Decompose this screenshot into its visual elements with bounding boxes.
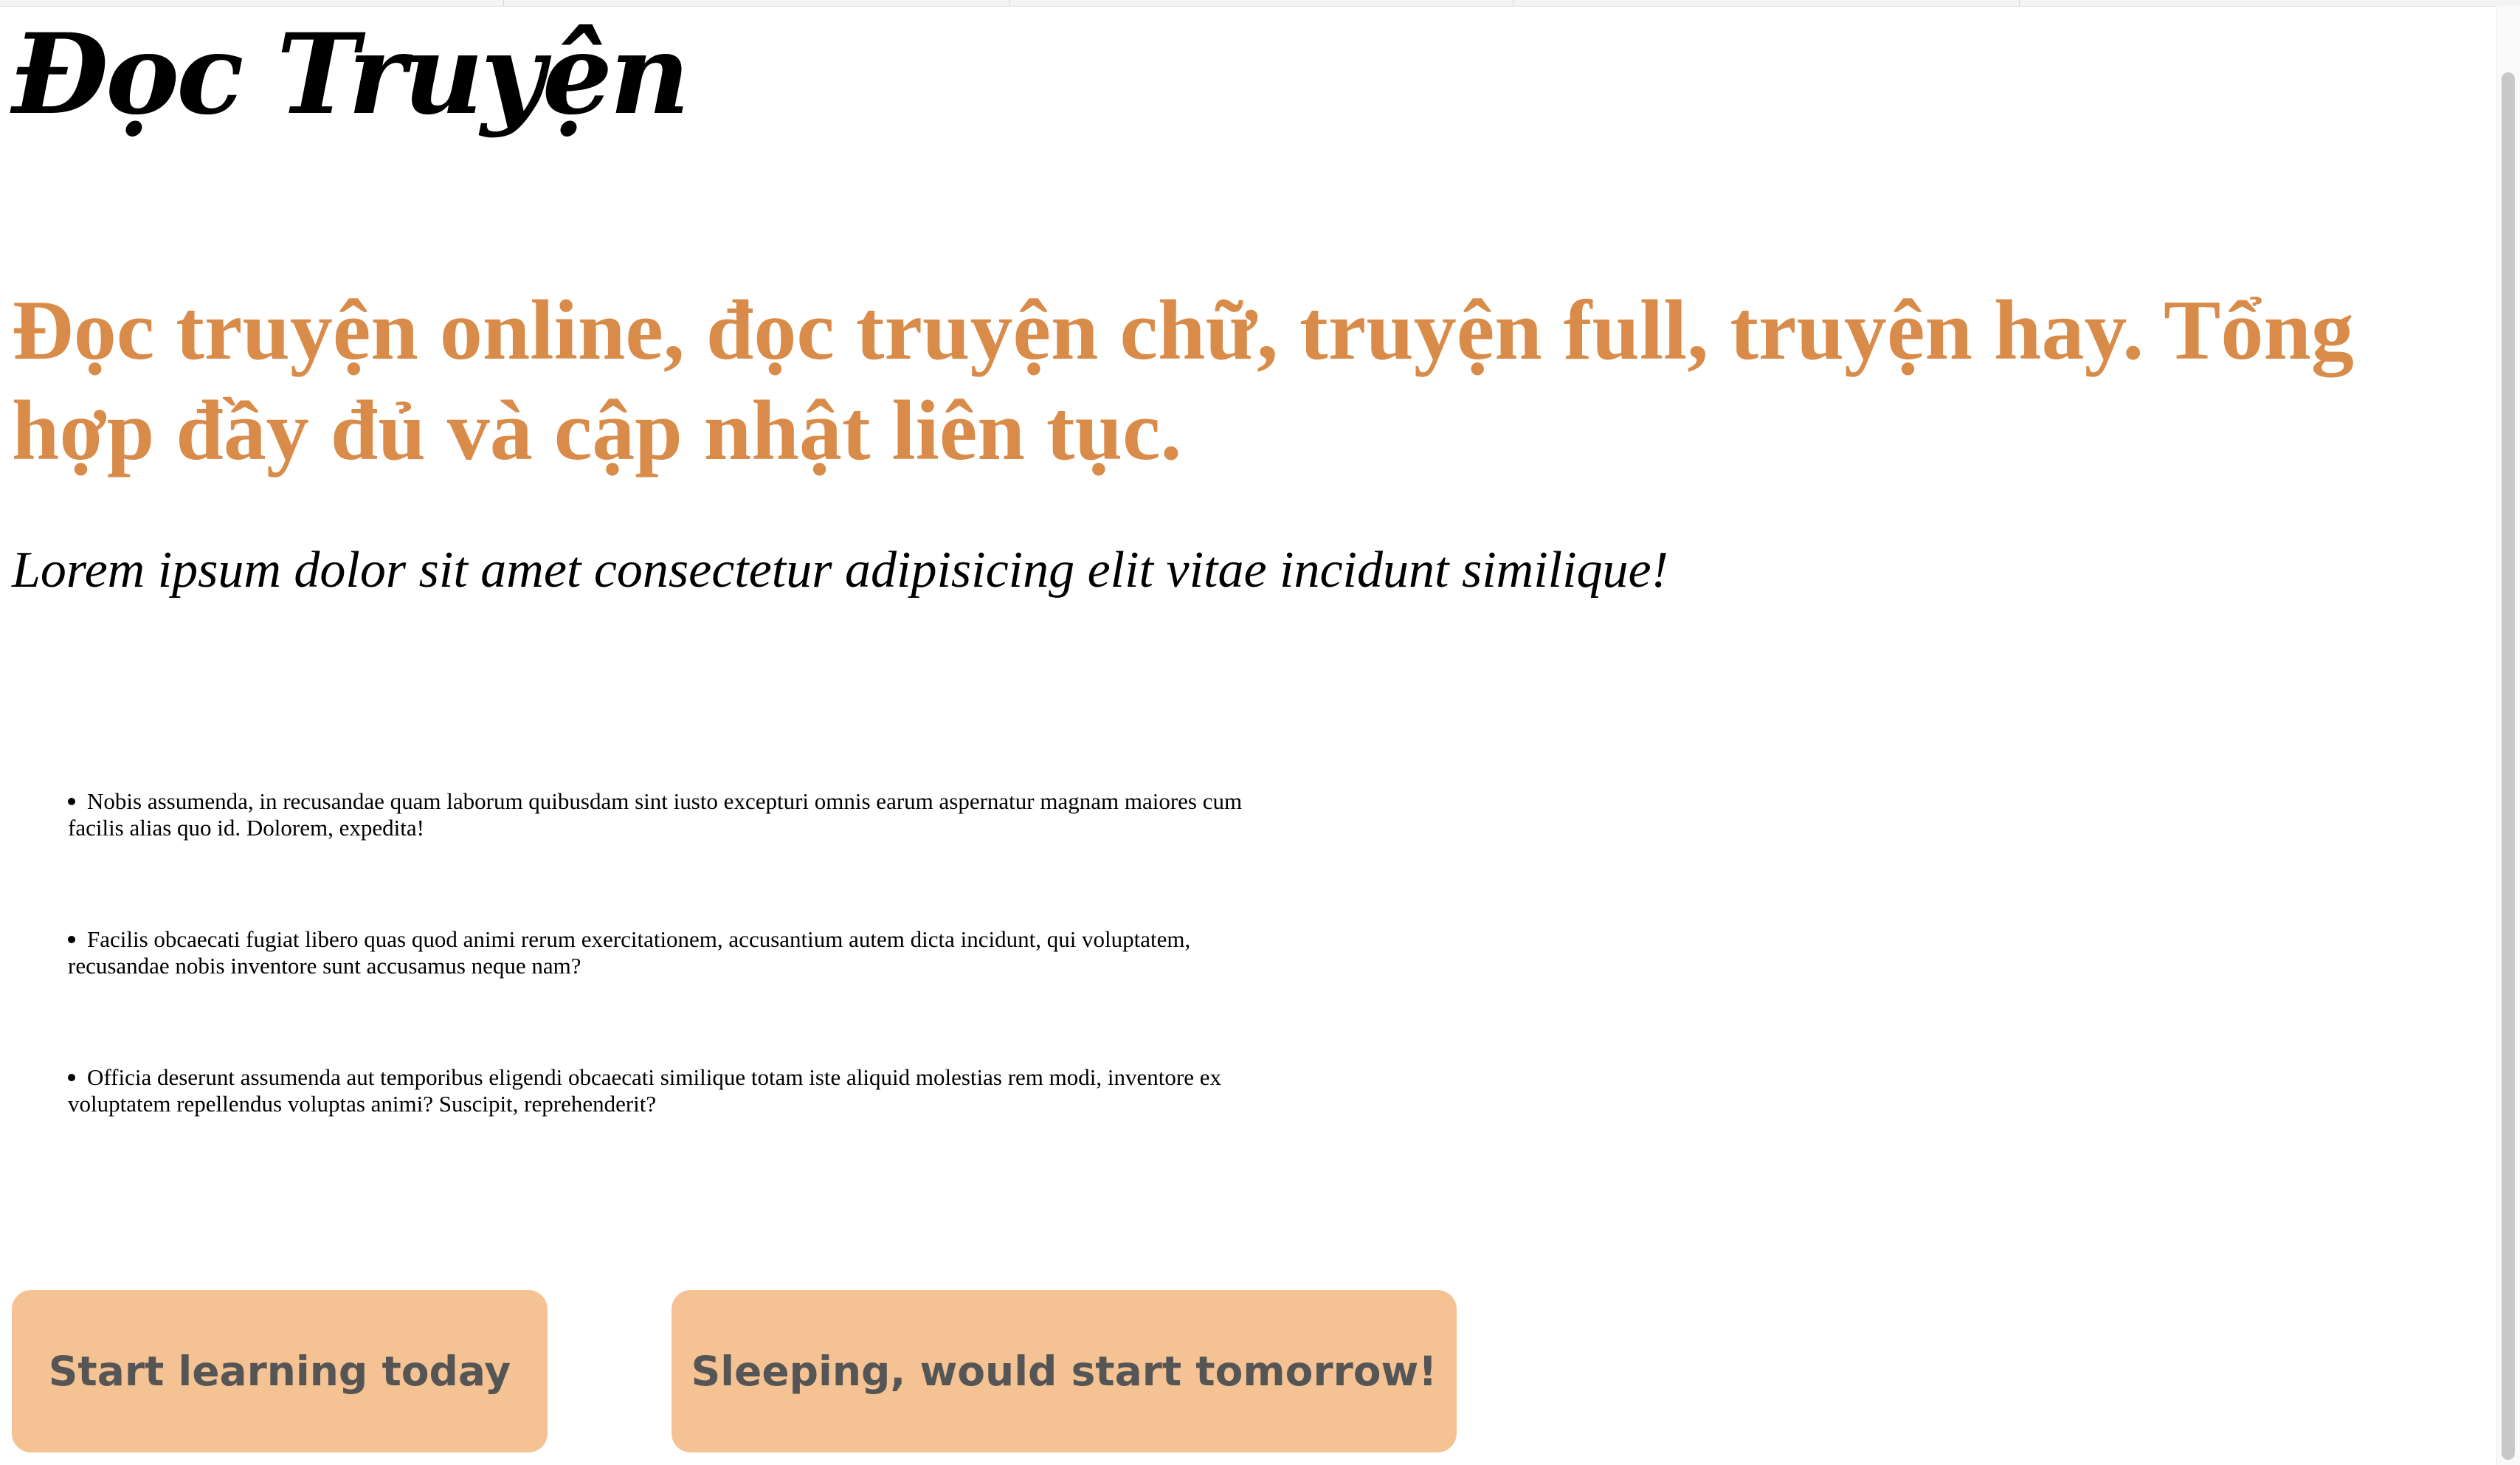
tab-divider: [1009, 0, 1010, 6]
site-logo[interactable]: Đọc Truyện: [12, 4, 690, 145]
bullet-icon: [68, 1073, 75, 1081]
scrollbar-thumb[interactable]: [2502, 72, 2515, 1460]
bullet-icon: [68, 935, 75, 943]
list-item-text: Officia deserunt assumenda aut temporibu…: [68, 1064, 1221, 1117]
hero-headline: Đọc truyện online, đọc truyện chữ, truyệ…: [12, 283, 2354, 478]
sleeping-button[interactable]: Sleeping, would start tomorrow!: [672, 1290, 1457, 1452]
feature-list: Nobis assumenda, in recusandae quam labo…: [68, 788, 1263, 1202]
list-item: Officia deserunt assumenda aut temporibu…: [68, 1064, 1263, 1117]
bullet-icon: [68, 797, 75, 805]
hero-subtitle: Lorem ipsum dolor sit amet consectetur a…: [12, 542, 1668, 599]
start-learning-button[interactable]: Start learning today: [12, 1290, 548, 1452]
list-item-text: Nobis assumenda, in recusandae quam labo…: [68, 788, 1243, 841]
list-item: Facilis obcaecati fugiat libero quas quo…: [68, 926, 1263, 979]
vertical-scrollbar[interactable]: [2496, 6, 2520, 1465]
list-item: Nobis assumenda, in recusandae quam labo…: [68, 788, 1263, 841]
tab-divider: [2019, 0, 2020, 6]
list-item-text: Facilis obcaecati fugiat libero quas quo…: [68, 926, 1191, 979]
